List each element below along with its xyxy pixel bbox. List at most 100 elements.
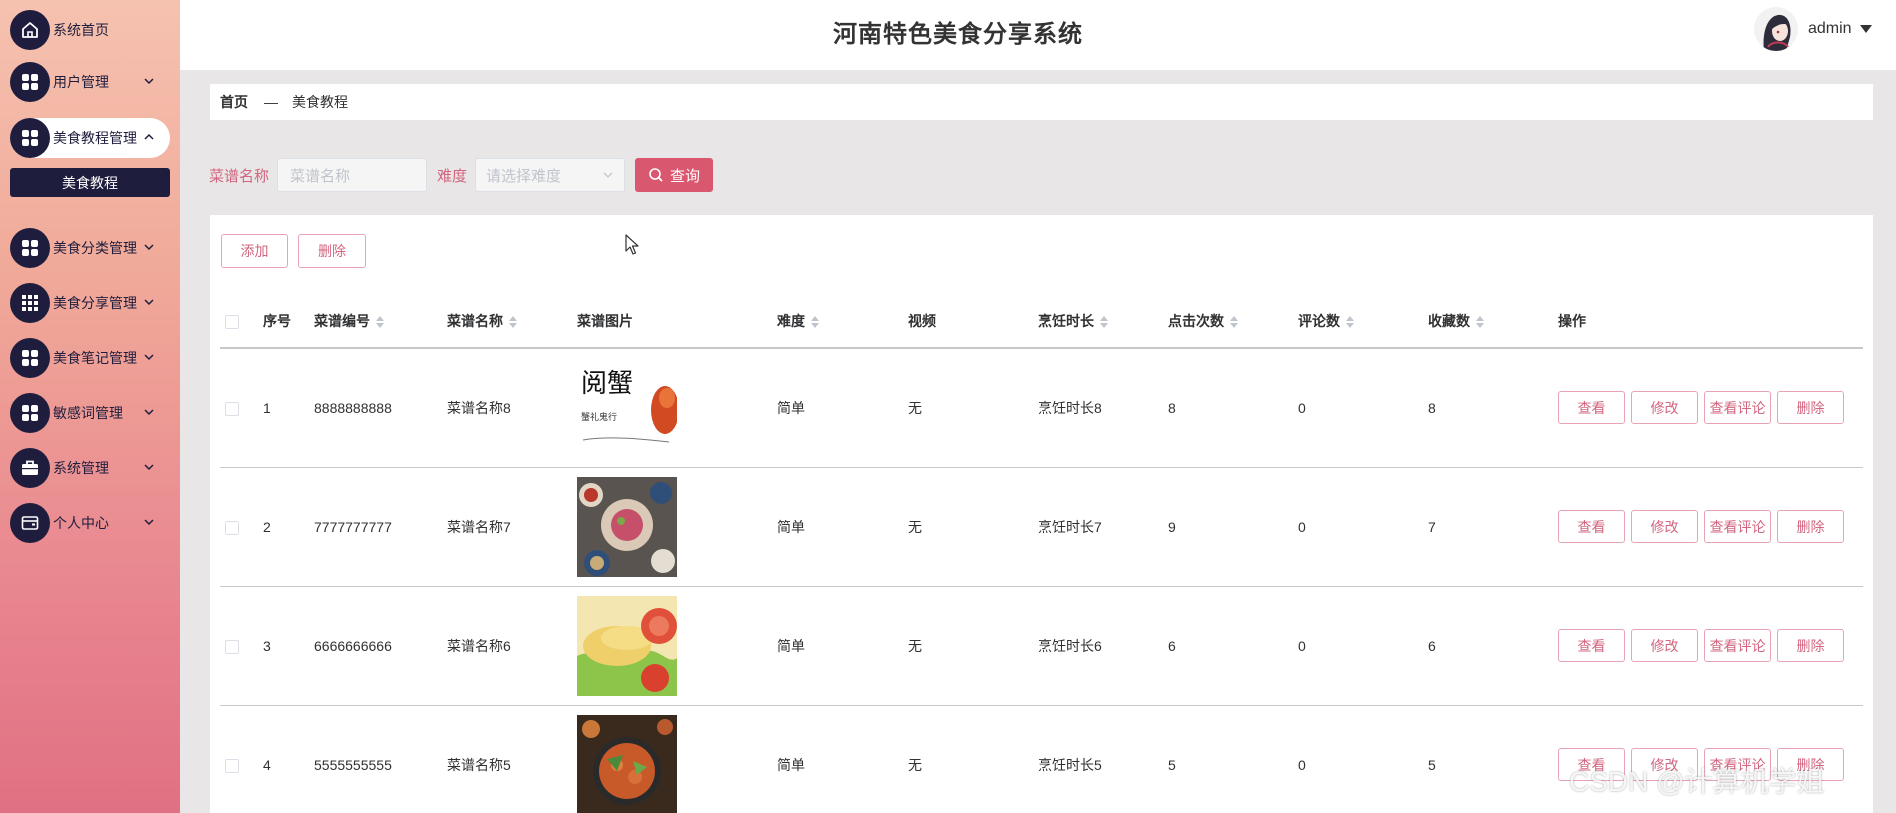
cell-comments: 0 xyxy=(1298,348,1428,468)
grid-icon xyxy=(10,118,50,158)
col-clicks[interactable]: 点击次数 xyxy=(1168,294,1298,349)
cell-duration: 烹饪时长5 xyxy=(1038,705,1168,813)
delete-button[interactable]: 删除 xyxy=(1777,510,1844,543)
chevron-down-icon xyxy=(144,409,154,416)
breadcrumb-home[interactable]: 首页 xyxy=(220,92,248,112)
cell-code: 6666666666 xyxy=(314,586,447,706)
cell-duration: 烹饪时长6 xyxy=(1038,586,1168,706)
cell-favorites: 8 xyxy=(1428,348,1558,468)
sidebar-item-notes[interactable]: 美食笔记管理 xyxy=(10,338,170,378)
sidebar-item-profile[interactable]: 个人中心 xyxy=(10,503,170,543)
view-comments-button[interactable]: 查看评论 xyxy=(1704,510,1771,543)
difficulty-select[interactable]: 请选择难度 xyxy=(475,158,626,192)
row-actions: 查看 修改 查看评论 删除 xyxy=(1558,391,1863,425)
sidebar: 系统首页 用户管理 美食教程管理 美食教程 美食分类管理 美食分享管理 美食笔记… xyxy=(0,0,180,813)
view-comments-button[interactable]: 查看评论 xyxy=(1704,629,1771,662)
col-duration[interactable]: 烹饪时长 xyxy=(1038,294,1168,349)
sidebar-item-recipes[interactable]: 美食教程管理 xyxy=(10,118,170,158)
cell-index: 4 xyxy=(263,705,314,813)
edit-button[interactable]: 修改 xyxy=(1631,629,1698,662)
col-image: 菜谱图片 xyxy=(577,294,777,349)
recipe-image xyxy=(577,595,677,696)
caret-down-icon xyxy=(1859,25,1872,33)
sidebar-item-users[interactable]: 用户管理 xyxy=(10,62,170,102)
cell-duration: 烹饪时长7 xyxy=(1038,467,1168,587)
avatar[interactable] xyxy=(1754,7,1798,51)
sidebar-item-system[interactable]: 系统管理 xyxy=(10,448,170,488)
delete-button[interactable]: 删除 xyxy=(1777,629,1844,662)
chevron-down-icon xyxy=(144,78,154,85)
cell-name: 菜谱名称7 xyxy=(447,467,577,587)
sidebar-item-label: 美食分类管理 xyxy=(53,240,137,256)
sidebar-item-shares[interactable]: 美食分享管理 xyxy=(10,283,170,323)
col-difficulty[interactable]: 难度 xyxy=(777,294,908,349)
row-checkbox[interactable] xyxy=(225,520,239,535)
chevron-down-icon xyxy=(144,519,154,526)
view-button[interactable]: 查看 xyxy=(1558,629,1625,662)
cell-duration: 烹饪时长8 xyxy=(1038,348,1168,468)
recipe-image xyxy=(577,476,677,577)
top-header: 河南特色美食分享系统 admin xyxy=(180,0,1896,70)
query-button[interactable]: 查询 xyxy=(635,158,714,192)
content-panel: 添加 删除 序号 菜谱编号 菜谱名称 菜谱图片 难度 视频 烹饪时长 点击次数 … xyxy=(210,215,1873,813)
cell-video: 无 xyxy=(908,586,1038,706)
sidebar-item-sensitive-words[interactable]: 敏感词管理 xyxy=(10,393,170,433)
user-menu[interactable]: admin xyxy=(1808,20,1872,38)
cell-code: 8888888888 xyxy=(314,348,447,468)
row-actions: 查看 修改 查看评论 删除 xyxy=(1558,510,1863,543)
sort-icon xyxy=(1100,315,1108,328)
add-button[interactable]: 添加 xyxy=(221,234,288,268)
sort-icon xyxy=(1476,315,1484,328)
cell-index: 2 xyxy=(263,467,314,587)
col-comments[interactable]: 评论数 xyxy=(1298,294,1428,349)
row-checkbox[interactable] xyxy=(225,758,239,773)
view-button[interactable]: 查看 xyxy=(1558,391,1625,425)
row-actions: 查看 修改 查看评论 删除 xyxy=(1558,629,1863,662)
cell-index: 1 xyxy=(263,348,314,468)
sidebar-item-label: 美食教程管理 xyxy=(53,130,137,146)
recipe-image xyxy=(577,714,677,813)
row-checkbox[interactable] xyxy=(225,401,239,416)
briefcase-icon xyxy=(10,448,50,488)
cell-comments: 0 xyxy=(1298,467,1428,587)
cell-clicks: 8 xyxy=(1168,348,1298,468)
grid-icon xyxy=(10,393,50,433)
cell-code: 7777777777 xyxy=(314,467,447,587)
row-checkbox[interactable] xyxy=(225,639,239,654)
app-title: 河南特色美食分享系统 xyxy=(833,21,1083,48)
batch-delete-button[interactable]: 删除 xyxy=(298,234,366,268)
recipe-name-input[interactable]: 菜谱名称 xyxy=(277,158,428,192)
col-favorites[interactable]: 收藏数 xyxy=(1428,294,1558,349)
delete-button[interactable]: 删除 xyxy=(1777,391,1844,425)
table-header-row: 序号 菜谱编号 菜谱名称 菜谱图片 难度 视频 烹饪时长 点击次数 评论数 收藏… xyxy=(220,294,1863,349)
grid-icon xyxy=(10,228,50,268)
view-button[interactable]: 查看 xyxy=(1558,510,1625,543)
col-name[interactable]: 菜谱名称 xyxy=(447,294,577,349)
breadcrumb: 首页 — 美食教程 xyxy=(210,84,1873,120)
view-comments-button[interactable]: 查看评论 xyxy=(1704,391,1771,425)
query-button-label: 查询 xyxy=(670,167,701,185)
sidebar-item-home[interactable]: 系统首页 xyxy=(10,10,170,50)
edit-button[interactable]: 修改 xyxy=(1631,391,1698,425)
col-index: 序号 xyxy=(263,294,314,349)
home-icon xyxy=(10,10,50,50)
cell-name: 菜谱名称6 xyxy=(447,586,577,706)
svg-text:蟹礼鬼行: 蟹礼鬼行 xyxy=(581,411,617,423)
sidebar-item-label: 系统首页 xyxy=(53,22,109,38)
mouse-cursor-icon xyxy=(625,234,639,255)
chevron-down-icon xyxy=(144,244,154,251)
cell-video: 无 xyxy=(908,705,1038,813)
cell-index: 3 xyxy=(263,586,314,706)
cell-clicks: 5 xyxy=(1168,705,1298,813)
recipe-name-label: 菜谱名称 xyxy=(209,167,270,185)
col-code[interactable]: 菜谱编号 xyxy=(314,294,447,349)
sidebar-item-label: 个人中心 xyxy=(53,515,109,531)
sidebar-item-label: 系统管理 xyxy=(53,460,109,476)
sidebar-subitem-recipes[interactable]: 美食教程 xyxy=(10,168,170,197)
table-row: 1 8888888888 菜谱名称8 阅蟹 蟹礼鬼行 简单 无 烹饪时长8 8 … xyxy=(220,348,1863,468)
edit-button[interactable]: 修改 xyxy=(1631,510,1698,543)
select-all-checkbox[interactable] xyxy=(225,314,239,329)
cell-favorites: 6 xyxy=(1428,586,1558,706)
sidebar-item-categories[interactable]: 美食分类管理 xyxy=(10,228,170,268)
cell-code: 5555555555 xyxy=(314,705,447,813)
